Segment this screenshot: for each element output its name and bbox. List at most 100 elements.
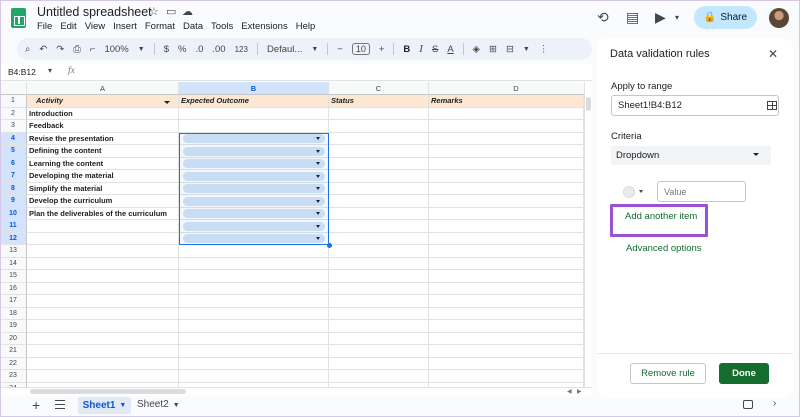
cell[interactable] — [429, 232, 584, 245]
column-header-c[interactable]: C — [329, 82, 429, 95]
cell[interactable]: Defining the content — [27, 145, 179, 158]
cell[interactable] — [429, 107, 584, 120]
vertical-scrollbar[interactable] — [584, 82, 592, 387]
borders-icon[interactable]: ⊞ — [489, 44, 497, 55]
spreadsheet-grid[interactable]: A B C D 1 2 3 4 5 6 7 8 9 10 11 12 13 14 15 16 17 18 19 20 2… — [0, 82, 584, 387]
row-header[interactable]: 7 — [0, 170, 27, 183]
advanced-options-link[interactable]: Advanced options — [626, 243, 702, 254]
undo-icon[interactable]: ↶ — [39, 44, 47, 55]
cell[interactable]: Simplify the material — [27, 182, 179, 195]
cell[interactable]: Learning the content — [27, 157, 179, 170]
fill-color-icon[interactable]: ◈ — [473, 44, 480, 55]
row-header[interactable]: 9 — [0, 195, 27, 208]
text-color-button[interactable]: A — [447, 44, 453, 55]
paint-format-icon[interactable]: ⌐ — [90, 44, 96, 55]
cell[interactable]: Introduction — [27, 107, 179, 120]
search-icon[interactable]: ⌕ — [25, 44, 30, 55]
row-header[interactable]: 8 — [0, 182, 27, 195]
cell[interactable] — [429, 257, 584, 270]
add-sheet-icon[interactable]: + — [32, 397, 40, 413]
cell[interactable] — [27, 320, 179, 333]
cell[interactable] — [179, 332, 329, 345]
dropdown-chip[interactable] — [183, 159, 325, 169]
row-header[interactable]: 19 — [0, 320, 27, 333]
menu-data[interactable]: Data — [183, 21, 203, 32]
cell[interactable]: Develop the curriculum — [27, 195, 179, 208]
currency-button[interactable]: $ — [164, 44, 169, 55]
column-header-a[interactable]: A — [27, 82, 179, 95]
cell[interactable] — [179, 307, 329, 320]
criteria-select[interactable]: Dropdown — [611, 146, 771, 165]
explore-icon[interactable] — [743, 400, 753, 409]
cell[interactable] — [27, 220, 179, 233]
cell[interactable] — [329, 182, 429, 195]
menu-file[interactable]: File — [37, 21, 52, 32]
tab-sheet1[interactable]: Sheet1 ▼ — [78, 397, 131, 414]
cell[interactable] — [429, 120, 584, 133]
menu-view[interactable]: View — [85, 21, 105, 32]
cell[interactable] — [329, 270, 429, 283]
horizontal-scroll-thumb[interactable] — [30, 389, 186, 394]
cell[interactable] — [429, 195, 584, 208]
row-header[interactable]: 23 — [0, 370, 27, 383]
dropdown-chip[interactable] — [183, 171, 325, 181]
row-header[interactable]: 5 — [0, 145, 27, 158]
cell[interactable] — [429, 357, 584, 370]
remove-rule-button[interactable]: Remove rule — [630, 363, 706, 384]
cell-d1[interactable]: Remarks — [429, 95, 584, 108]
cell[interactable] — [179, 320, 329, 333]
cell[interactable] — [179, 245, 329, 258]
cell[interactable] — [179, 295, 329, 308]
cell[interactable] — [329, 370, 429, 383]
cell[interactable] — [329, 232, 429, 245]
row-header[interactable]: 13 — [0, 245, 27, 258]
cell[interactable] — [429, 320, 584, 333]
cell[interactable] — [179, 120, 329, 133]
cell[interactable] — [429, 170, 584, 183]
cell[interactable] — [329, 245, 429, 258]
cell[interactable] — [179, 107, 329, 120]
range-input[interactable]: Sheet1!B4:B12 — [611, 95, 779, 116]
tab-sheet2[interactable]: Sheet2 ▼ — [137, 399, 180, 410]
row-header[interactable]: 18 — [0, 307, 27, 320]
cell-b1[interactable]: Expected Outcome — [179, 95, 329, 108]
cell[interactable] — [429, 157, 584, 170]
meet-icon[interactable]: ▶ — [655, 9, 666, 26]
cell[interactable] — [329, 170, 429, 183]
meet-dropdown-icon[interactable]: ▾ — [675, 13, 679, 22]
row-header[interactable]: 11 — [0, 220, 27, 233]
cell[interactable] — [429, 245, 584, 258]
cell[interactable] — [329, 195, 429, 208]
cell[interactable] — [329, 307, 429, 320]
vertical-scroll-thumb[interactable] — [586, 97, 591, 111]
cell[interactable] — [329, 295, 429, 308]
scroll-left-icon[interactable]: ◀ — [567, 388, 572, 395]
cell[interactable] — [27, 345, 179, 358]
dropdown-chip[interactable] — [183, 196, 325, 206]
sheets-logo-icon[interactable] — [11, 8, 26, 28]
done-button[interactable]: Done — [719, 363, 769, 384]
cell[interactable] — [27, 245, 179, 258]
cell[interactable] — [429, 307, 584, 320]
select-all-corner[interactable] — [0, 82, 27, 95]
cell[interactable]: Plan the deliverables of the curriculum — [27, 207, 179, 220]
cell[interactable] — [429, 207, 584, 220]
cell[interactable] — [329, 120, 429, 133]
row-header[interactable]: 1 — [0, 95, 27, 108]
cell[interactable] — [329, 157, 429, 170]
dropdown-chip[interactable] — [183, 146, 325, 156]
cell[interactable] — [329, 257, 429, 270]
row-header[interactable]: 16 — [0, 282, 27, 295]
dropdown-chip[interactable] — [183, 134, 325, 144]
row-header[interactable]: 20 — [0, 332, 27, 345]
select-range-icon[interactable] — [767, 101, 777, 110]
cell[interactable] — [429, 145, 584, 158]
cell[interactable] — [329, 132, 429, 145]
strikethrough-button[interactable]: S — [432, 44, 438, 55]
cell[interactable] — [429, 332, 584, 345]
font-size-decrease[interactable]: − — [337, 44, 343, 55]
row-header[interactable]: 22 — [0, 357, 27, 370]
dropdown-chip[interactable] — [183, 221, 325, 231]
redo-icon[interactable]: ↷ — [56, 44, 64, 55]
percent-button[interactable]: % — [178, 44, 186, 55]
